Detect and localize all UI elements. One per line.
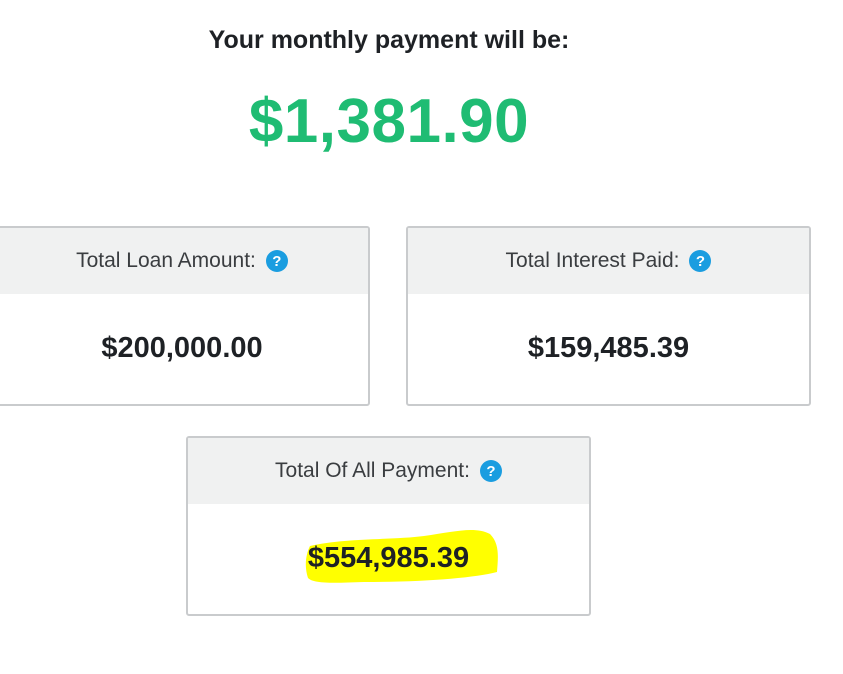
total-loan-amount-label: Total Loan Amount: xyxy=(76,249,256,272)
card-header: Total Interest Paid: ? xyxy=(408,228,809,294)
help-icon[interactable]: ? xyxy=(479,460,502,482)
highlighted-value: $554,985.39 xyxy=(305,529,498,583)
total-of-all-payment-value: $554,985.39 xyxy=(307,541,470,574)
help-icon[interactable]: ? xyxy=(689,250,712,272)
payment-results: Your monthly payment will be: $1,381.90 … xyxy=(0,0,843,674)
total-of-all-payment-label: Total Of All Payment: xyxy=(275,459,470,482)
help-icon[interactable]: ? xyxy=(265,250,288,272)
monthly-payment-amount: $1,381.90 xyxy=(248,87,530,156)
total-interest-paid-card: Total Interest Paid: ? $159,485.39 xyxy=(406,226,811,406)
total-interest-paid-value: $159,485.39 xyxy=(527,331,690,364)
total-loan-amount-card: Total Loan Amount: ? $200,000.00 xyxy=(0,226,370,406)
total-of-all-payment-body: $554,985.39 xyxy=(188,504,589,612)
total-interest-paid-label: Total Interest Paid: xyxy=(505,249,680,272)
total-loan-amount-value: $200,000.00 xyxy=(101,331,263,364)
monthly-payment-heading: Your monthly payment will be: xyxy=(208,26,570,54)
card-header: Total Of All Payment: ? xyxy=(188,438,589,504)
total-of-all-payment-card: Total Of All Payment: ? $554,985.39 xyxy=(186,436,591,616)
card-header: Total Loan Amount: ? xyxy=(0,228,368,294)
